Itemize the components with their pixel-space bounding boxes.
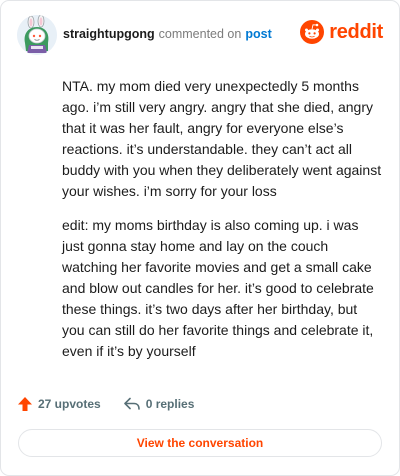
reply-arrow-icon[interactable]	[123, 396, 141, 412]
replies-stat[interactable]: 0 replies	[123, 396, 195, 412]
comment-byline: straightupgong commented on post	[63, 26, 272, 42]
user-avatar[interactable]	[17, 15, 57, 55]
reddit-logo[interactable]: reddit	[300, 18, 383, 46]
snoo-avatar-icon	[17, 15, 57, 55]
upvote-arrow-icon[interactable]	[17, 396, 33, 412]
view-conversation-button[interactable]: View the conversation	[18, 429, 382, 457]
upvotes-count: 27 upvotes	[38, 397, 101, 411]
reddit-snoo-icon	[300, 20, 325, 44]
comment-footer: 27 upvotes 0 replies	[17, 393, 194, 415]
comment-body: NTA. my mom died very unexpectedly 5 mon…	[62, 76, 382, 375]
upvotes-stat[interactable]: 27 upvotes	[17, 396, 101, 412]
post-link[interactable]: post	[245, 27, 271, 41]
comment-paragraph: NTA. my mom died very unexpectedly 5 mon…	[62, 78, 382, 199]
action-text: commented on	[158, 27, 242, 41]
comment-paragraph: edit: my moms birthday is also coming up…	[62, 217, 374, 359]
author-username[interactable]: straightupgong	[63, 27, 155, 41]
comment-card: straightupgong commented on post reddit NT…	[0, 0, 400, 476]
comment-header: straightupgong commented on post reddit	[17, 15, 383, 55]
replies-count: 0 replies	[145, 397, 195, 411]
reddit-wordmark: reddit	[329, 20, 383, 43]
